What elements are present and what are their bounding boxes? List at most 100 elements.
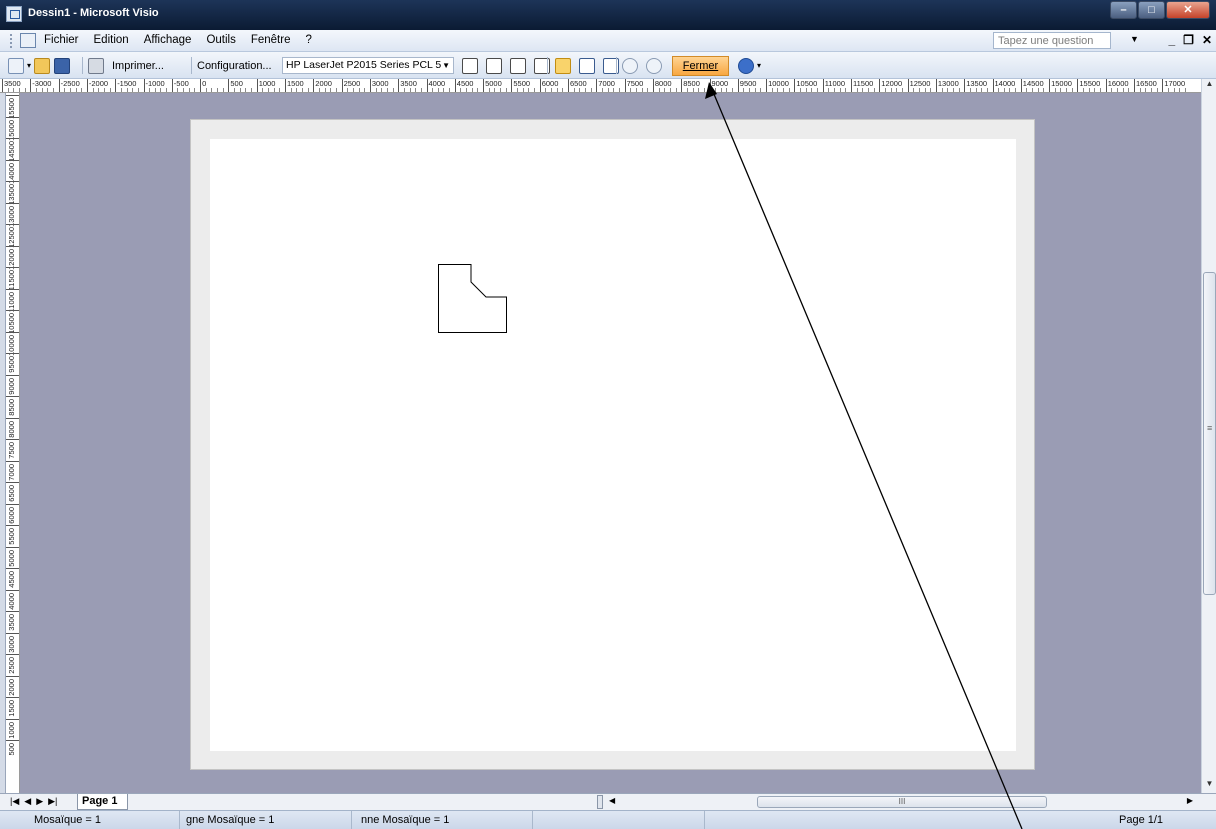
single-tile-icon[interactable] (555, 57, 571, 74)
close-preview-button[interactable]: Fermer (672, 56, 729, 76)
menu-outils[interactable]: Outils (206, 34, 235, 46)
toolbar-options-icon[interactable]: ▾ (757, 61, 761, 70)
status-mosaic: Mosaïque = 1 (30, 811, 180, 829)
document-controls: _ ❐ ✕ (1168, 33, 1212, 47)
save-icon[interactable] (54, 57, 71, 74)
split-handle[interactable] (597, 795, 603, 809)
ruler-tick-label: 15500 (6, 95, 19, 119)
zoom-out-icon[interactable] (622, 57, 638, 74)
ruler-minor-tick (120, 88, 122, 92)
horizontal-scrollbar[interactable]: ◀ III ▶ (597, 795, 1199, 810)
printer-select[interactable]: HP LaserJet P2015 Series PCL 5 ▼ (282, 57, 454, 74)
ruler-minor-tick (1015, 88, 1017, 92)
ruler-minor-tick (613, 88, 615, 92)
document-icon[interactable] (20, 33, 36, 48)
ruler-tick-label: 9500 (6, 353, 19, 375)
menu-fenetre[interactable]: Fenêtre (251, 34, 291, 46)
ruler-minor-tick (584, 88, 586, 92)
ruler-tick-label: 10500 (6, 310, 19, 334)
ruler-minor-tick (958, 88, 960, 92)
zoom-in-icon[interactable] (646, 57, 662, 74)
vertical-scroll-thumb[interactable] (1203, 272, 1216, 595)
horizontal-scroll-thumb[interactable]: III (757, 796, 1047, 808)
ruler-minor-tick (981, 88, 983, 92)
ruler-minor-tick (947, 88, 949, 92)
ruler-minor-tick (443, 88, 445, 92)
ruler-tick-label: 3500 (6, 611, 19, 633)
drawing-page[interactable] (210, 139, 1016, 751)
horizontal-ruler: 3500 -3000 -2500 -2000 -1500 -1000 -500 0 500 100… (0, 79, 1201, 93)
menu-aide[interactable]: ? (305, 34, 311, 46)
ruler-minor-tick (358, 88, 360, 92)
scroll-right-icon[interactable]: ▶ (1187, 796, 1193, 805)
ruler-minor-tick (335, 88, 337, 92)
setup-button[interactable]: Configuration... (197, 56, 272, 75)
maximize-icon[interactable]: □ (1138, 1, 1165, 19)
zoom-group (622, 56, 662, 75)
notched-rectangle-shape[interactable] (438, 264, 507, 333)
menu-affichage[interactable]: Affichage (144, 34, 192, 46)
ruler-minor-tick (1139, 88, 1141, 92)
vertical-scrollbar[interactable]: ▲ ▼ (1201, 79, 1216, 793)
scroll-left-icon[interactable]: ◀ (609, 796, 615, 805)
new-dropdown-icon[interactable]: ▾ (27, 61, 31, 70)
ruler-minor-tick (635, 88, 637, 92)
whole-page-icon[interactable] (579, 57, 595, 74)
ruler-minor-tick (1094, 88, 1096, 92)
ruler-minor-tick (692, 88, 694, 92)
ruler-tick-label: 13500 (6, 181, 19, 205)
ruler-minor-tick (862, 88, 864, 92)
ruler-minor-tick (437, 88, 439, 92)
next-page-icon[interactable] (510, 57, 526, 74)
ruler-minor-tick (352, 88, 354, 92)
tab-page-1[interactable]: Page 1 (77, 794, 129, 810)
new-document-icon[interactable] (8, 57, 24, 74)
previous-page-icon[interactable] (486, 57, 502, 74)
next-tab-icon[interactable]: ▶ (36, 796, 43, 807)
ruler-minor-tick (783, 88, 785, 92)
ruler-minor-tick (375, 88, 377, 92)
last-tab-icon[interactable]: ▶| (48, 796, 57, 807)
ruler-tick-label: 1500 (6, 697, 19, 719)
printer-icon[interactable] (88, 57, 104, 74)
scroll-up-icon[interactable]: ▲ (1202, 79, 1216, 93)
question-input[interactable]: Tapez une question (993, 32, 1111, 49)
ruler-minor-tick (528, 88, 530, 92)
first-page-icon[interactable] (462, 57, 478, 74)
chevron-down-icon[interactable]: ▼ (1130, 34, 1139, 44)
minimize-icon[interactable]: – (1110, 1, 1137, 19)
ruler-tick-label: 3500 (2, 79, 21, 92)
menu-fichier[interactable]: Fichier (44, 34, 79, 46)
ruler-minor-tick (222, 88, 224, 92)
ruler-tick-text: 2500 (7, 657, 16, 674)
first-tab-icon[interactable]: |◀ (10, 796, 19, 807)
ruler-minor-tick (771, 88, 773, 92)
ruler-tick-text: 8500 (7, 399, 16, 416)
ruler-minor-tick (545, 88, 547, 92)
prev-tab-icon[interactable]: ◀ (24, 796, 31, 807)
doc-close-icon[interactable]: ✕ (1202, 33, 1212, 47)
visio-app-icon[interactable] (6, 6, 22, 22)
open-folder-icon[interactable] (34, 57, 51, 74)
ruler-minor-tick (64, 88, 66, 92)
ruler-tick-label: 10000 (6, 331, 19, 355)
ruler-minor-tick (867, 88, 869, 92)
ruler-minor-tick (160, 88, 162, 92)
doc-minimize-icon[interactable]: _ (1168, 33, 1175, 47)
ruler-tick-label: 2500 (6, 654, 19, 676)
ruler-minor-tick (1003, 88, 1005, 92)
print-button[interactable]: Imprimer... (112, 60, 164, 72)
scroll-down-icon[interactable]: ▼ (1202, 779, 1216, 793)
help-icon[interactable] (738, 57, 754, 74)
ruler-minor-tick (13, 88, 15, 92)
ruler-minor-tick (777, 88, 779, 92)
doc-restore-icon[interactable]: ❐ (1183, 33, 1194, 47)
menu-edition[interactable]: Edition (94, 34, 129, 46)
close-icon[interactable]: ✕ (1166, 1, 1210, 19)
ruler-minor-tick (47, 88, 49, 92)
ruler-minor-tick (307, 88, 309, 92)
ruler-tick-label: 12500 (6, 224, 19, 248)
menu-grip (10, 34, 13, 48)
print-preview-toolbar: ▾ Imprimer... Configuration... HP LaserJ… (0, 52, 1216, 79)
ruler-tick-label: 6000 (6, 503, 19, 526)
